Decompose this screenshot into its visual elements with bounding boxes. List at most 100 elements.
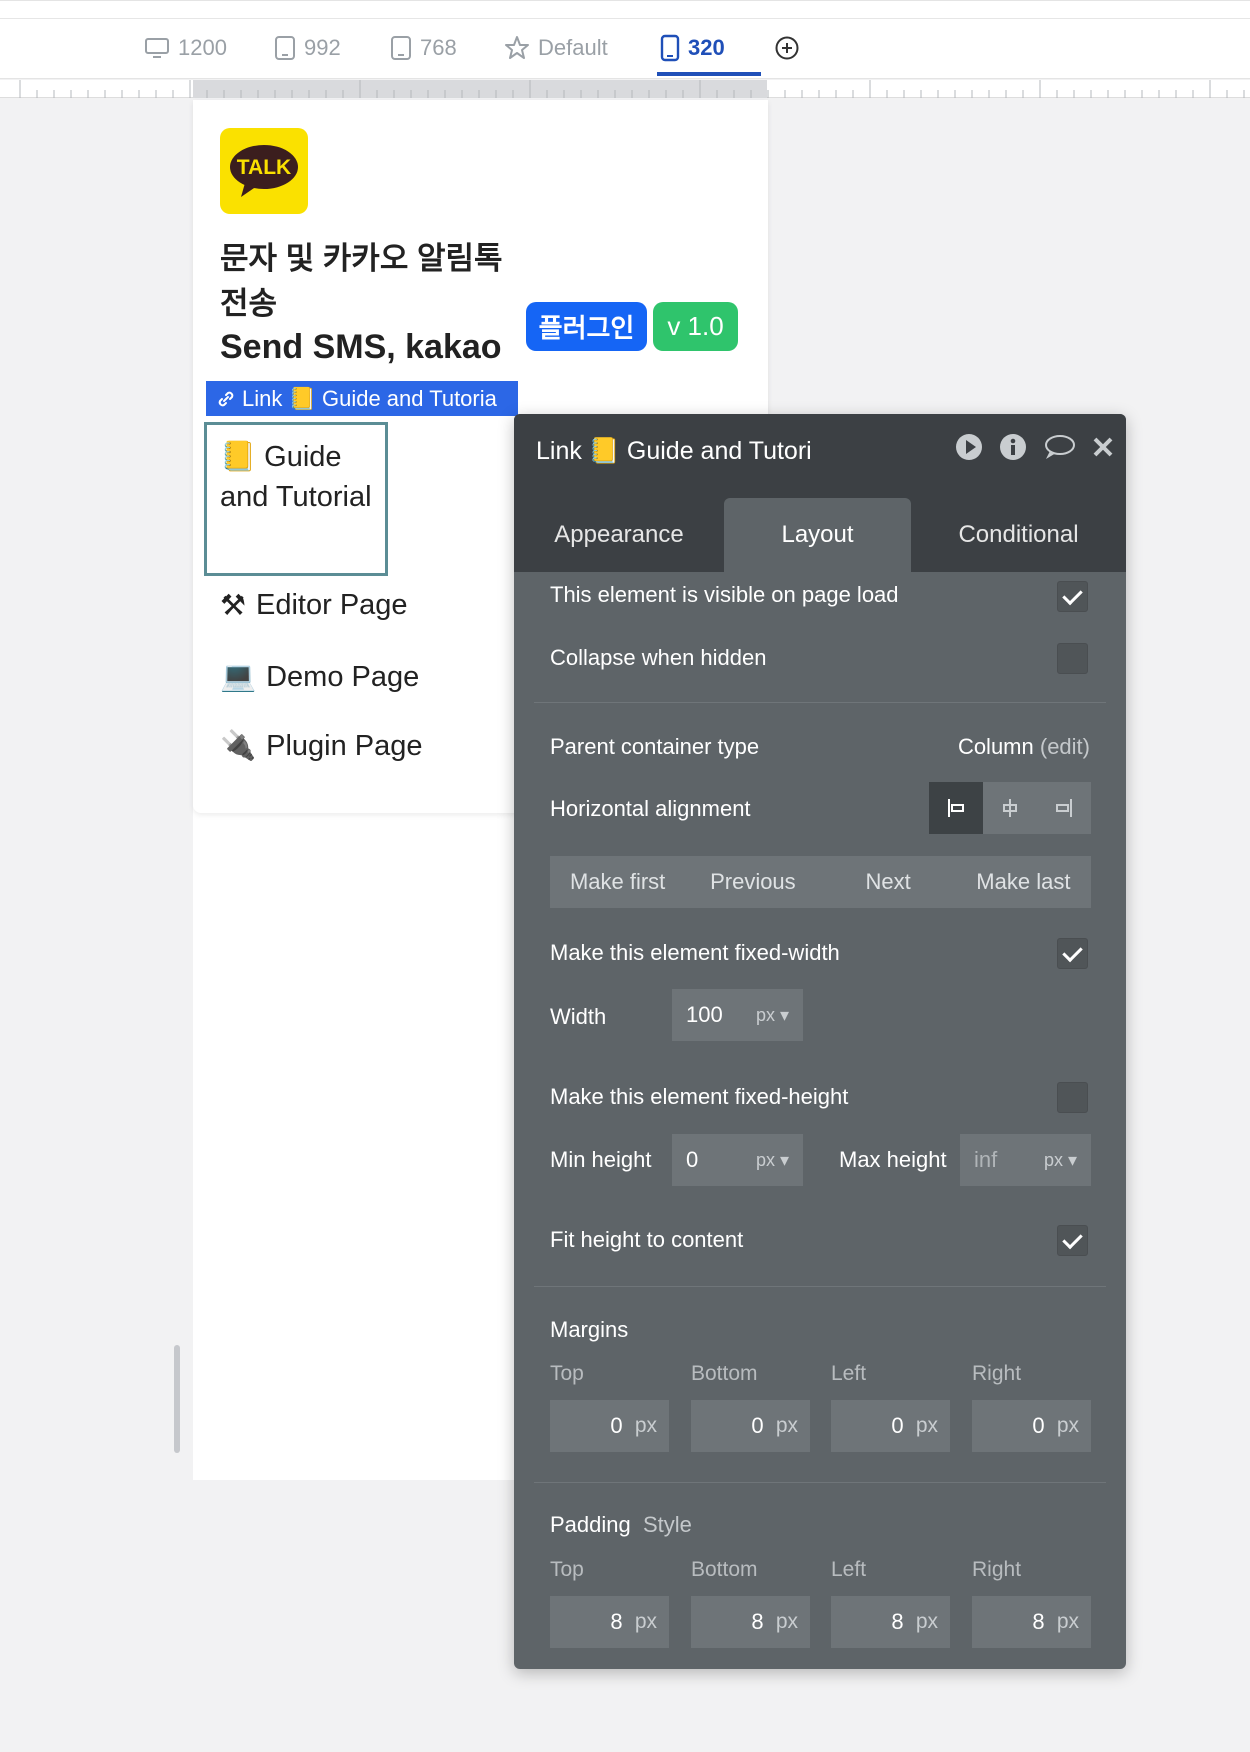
mobile-icon [660,34,680,62]
min-height-label: Min height [550,1147,652,1172]
max-height-input[interactable]: inf px ▾ [960,1134,1091,1186]
visible-on-load-checkbox[interactable] [1057,581,1088,612]
align-left-button[interactable] [929,782,983,834]
padding-right-input[interactable]: 8 px [972,1596,1091,1648]
align-center-icon [1003,799,1017,817]
edit-link[interactable]: (edit) [1040,734,1090,759]
visible-on-load-label: This element is visible on page load [550,582,899,607]
divider [534,1482,1106,1483]
panel-header[interactable]: Link 📒 Guide and Tutori [514,414,1126,488]
close-icon[interactable] [1090,434,1116,460]
width-input[interactable]: 100 px ▾ [672,989,803,1041]
fixed-height-label: Make this element fixed-height [550,1084,849,1109]
breakpoint-label: 320 [688,35,725,60]
element-order-controls: Make first Previous Next Make last [550,856,1091,908]
divider [534,1286,1106,1287]
padding-style-link[interactable]: Style [643,1512,692,1537]
ruler-ticks [19,80,1245,98]
info-icon[interactable] [998,432,1028,462]
make-last-button[interactable]: Make last [956,869,1091,895]
breakpoint-320-button[interactable]: 320 [660,30,725,66]
comment-icon[interactable] [1042,432,1076,462]
divider [534,702,1106,703]
fixed-width-checkbox[interactable] [1057,938,1088,969]
make-first-button[interactable]: Make first [550,869,685,895]
margin-bottom-input[interactable]: 0 px [691,1400,810,1452]
breakpoint-label: 992 [304,35,341,60]
hammer-pick-icon: ⚒ [220,590,246,622]
align-center-button[interactable] [983,782,1037,834]
tab-conditional[interactable]: Conditional [911,498,1126,572]
plugin-page-link[interactable]: 🔌 Plugin Page [220,729,423,763]
padding-bottom-input[interactable]: 8 px [691,1596,810,1648]
margin-right-input[interactable]: 0 px [972,1400,1091,1452]
editor-page-link[interactable]: ⚒ Editor Page [220,588,408,623]
guide-tutorial-link[interactable]: 📒 Guide and Tutorial [220,437,372,561]
demo-page-link[interactable]: 💻 Demo Page [220,660,419,694]
min-height-unit-select[interactable]: px ▾ [756,1150,789,1171]
fit-height-checkbox[interactable] [1057,1225,1088,1256]
kakao-talk-logo: TALK [220,128,308,214]
max-height-placeholder: inf [974,1147,998,1172]
align-right-icon [1056,799,1072,817]
horizontal-ruler [0,80,1250,98]
play-icon[interactable] [954,432,984,462]
laptop-icon: 💻 [220,661,257,693]
fixed-height-checkbox[interactable] [1057,1082,1088,1113]
horizontal-alignment-group [929,782,1091,834]
margin-left-input[interactable]: 0 px [831,1400,950,1452]
padding-right-label: Right [972,1558,1022,1581]
margin-top-label: Top [550,1362,584,1385]
padding-left-input[interactable]: 8 px [831,1596,950,1648]
plugin-badge: 플러그인 [526,302,647,351]
min-height-value: 0 [686,1147,699,1172]
tab-layout[interactable]: Layout [724,498,911,572]
tab-appearance[interactable]: Appearance [514,498,724,572]
padding-label: Padding Style [550,1512,692,1537]
selected-element-label[interactable]: Link 📒 Guide and Tutoria [206,381,518,416]
property-editor-panel: Link 📒 Guide and Tutori Appearance Layou… [514,414,1126,1669]
breakpoint-default-button[interactable]: Default [504,30,608,66]
desktop-icon [145,38,169,58]
margin-top-input[interactable]: 0 px [550,1400,669,1452]
padding-top-label: Top [550,1558,584,1581]
previous-button[interactable]: Previous [685,869,820,895]
container-type: Column [957,734,1034,759]
parent-container-type-value[interactable]: Column (edit) [958,734,1090,760]
min-height-input[interactable]: 0 px ▾ [672,1134,803,1186]
add-breakpoint-button[interactable] [774,30,800,66]
collapse-hidden-checkbox[interactable] [1057,643,1088,674]
align-left-icon [948,799,964,817]
active-breakpoint-indicator [657,72,761,76]
selected-label-text: Link 📒 Guide and Tutoria [242,385,497,411]
next-button[interactable]: Next [821,869,956,895]
max-height-unit-select[interactable]: px ▾ [1044,1150,1077,1171]
panel-title: Link 📒 Guide and Tutori [536,436,812,465]
breakpoint-768-button[interactable]: 768 [390,30,457,66]
tablet-small-icon [391,36,411,60]
page-title-korean: 문자 및 카카오 알림톡 전송 [220,241,503,321]
fixed-width-label: Make this element fixed-width [550,940,840,965]
breakpoint-label: 1200 [178,35,227,60]
page-title-english: Send SMS, kakao [220,328,502,366]
breakpoint-992-button[interactable]: 992 [274,30,341,66]
version-badge: v 1.0 [653,302,738,351]
horizontal-alignment-label: Horizontal alignment [550,796,751,821]
padding-top-input[interactable]: 8 px [550,1596,669,1648]
logo-text: TALK [237,156,291,179]
collapse-hidden-label: Collapse when hidden [550,645,767,670]
width-unit-select[interactable]: px ▾ [756,1005,789,1026]
align-right-button[interactable] [1037,782,1091,834]
padding-left-label: Left [831,1558,867,1581]
margin-bottom-label: Bottom [691,1362,758,1385]
canvas-scrollbar[interactable] [174,1345,180,1453]
margin-left-label: Left [831,1362,867,1385]
margin-right-label: Right [972,1362,1022,1385]
star-icon [505,36,529,59]
breakpoint-1200-button[interactable]: 1200 [144,30,227,66]
width-label: Width [550,1004,607,1029]
plug-icon: 🔌 [220,730,257,762]
link-icon [218,391,234,406]
top-strip [0,1,1250,19]
fit-height-label: Fit height to content [550,1227,744,1252]
